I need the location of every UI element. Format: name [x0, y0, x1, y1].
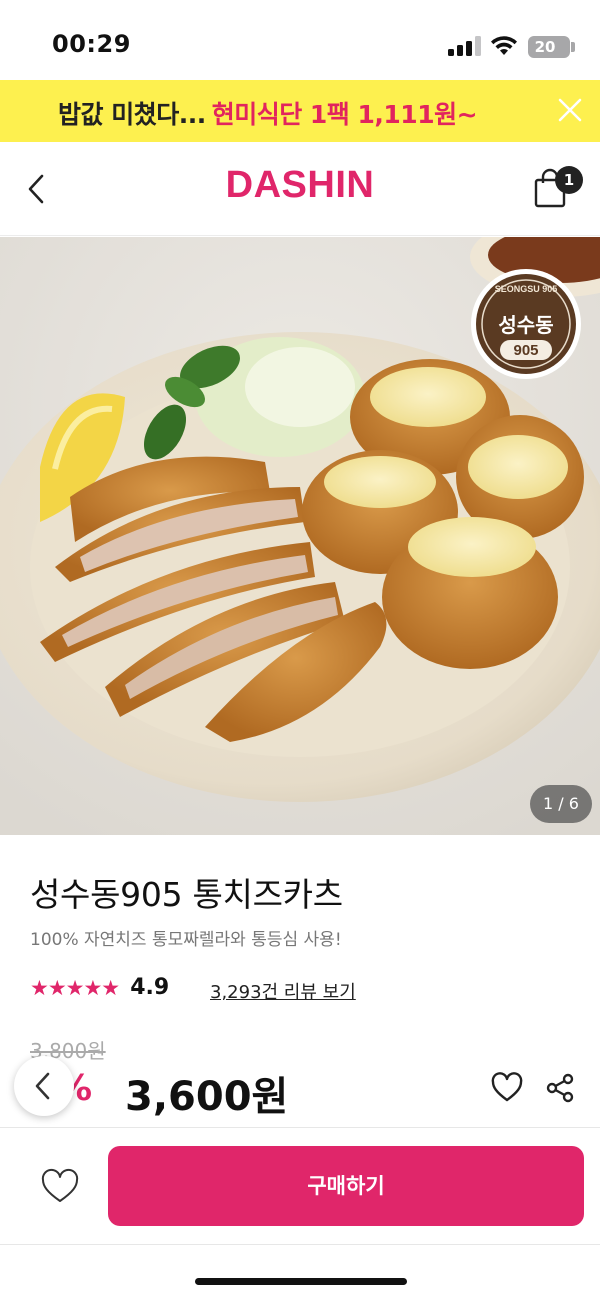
home-indicator[interactable] — [195, 1278, 407, 1285]
image-counter: 1 / 6 — [530, 785, 592, 823]
badge-top-text: SEONGSU 905 — [495, 284, 558, 294]
battery-indicator: 20 — [528, 36, 570, 58]
heart-icon[interactable] — [40, 1168, 80, 1206]
product-image[interactable]: SEONGSU 905 성수동 905 — [0, 237, 600, 835]
promo-banner[interactable]: 밥값 미쳤다... 현미식단 1팩 1,111원~ — [0, 80, 600, 142]
promo-text: 밥값 미쳤다... 현미식단 1팩 1,111원~ — [58, 95, 478, 131]
close-icon[interactable] — [556, 96, 584, 124]
nav-bar: DASHIN — [0, 142, 600, 236]
rating-value: 4.9 — [130, 975, 170, 1000]
status-time: 00:29 — [52, 30, 131, 58]
rating-row: ★★★★★ 4.9 — [30, 975, 169, 1005]
heart-icon[interactable] — [490, 1072, 524, 1104]
chevron-left-icon — [35, 1072, 50, 1100]
bottom-action-bar: 구매하기 — [0, 1127, 600, 1245]
cart-count-badge: 1 — [555, 166, 583, 194]
battery-tip — [571, 42, 575, 52]
product-title: 성수동905 통치즈카츠 — [30, 875, 343, 914]
status-bar: 00:29 20 — [0, 0, 600, 80]
share-icon[interactable] — [544, 1072, 576, 1104]
badge-number-text: 905 — [513, 342, 538, 359]
badge-name-text: 성수동 — [498, 313, 553, 337]
signal-icon — [448, 36, 481, 56]
brand-logo[interactable]: DASHIN — [0, 164, 600, 207]
buy-button[interactable]: 구매하기 — [108, 1146, 584, 1226]
sale-price: 3,600원 — [125, 1074, 289, 1120]
wifi-icon — [491, 36, 517, 55]
product-subtitle: 100% 자연치즈 통모짜렐라와 통등심 사용! — [30, 930, 342, 950]
promo-text-main: 밥값 미쳤다... — [58, 100, 206, 129]
review-link[interactable]: 3,293건 리뷰 보기 — [210, 978, 356, 1004]
product-photo: SEONGSU 905 성수동 905 — [0, 237, 600, 835]
promo-text-accent: 현미식단 1팩 1,111원~ — [211, 100, 478, 129]
star-rating-icon: ★★★★★ — [30, 975, 120, 1000]
floating-back-button[interactable] — [14, 1056, 74, 1116]
battery-level: 20 — [534, 38, 556, 56]
